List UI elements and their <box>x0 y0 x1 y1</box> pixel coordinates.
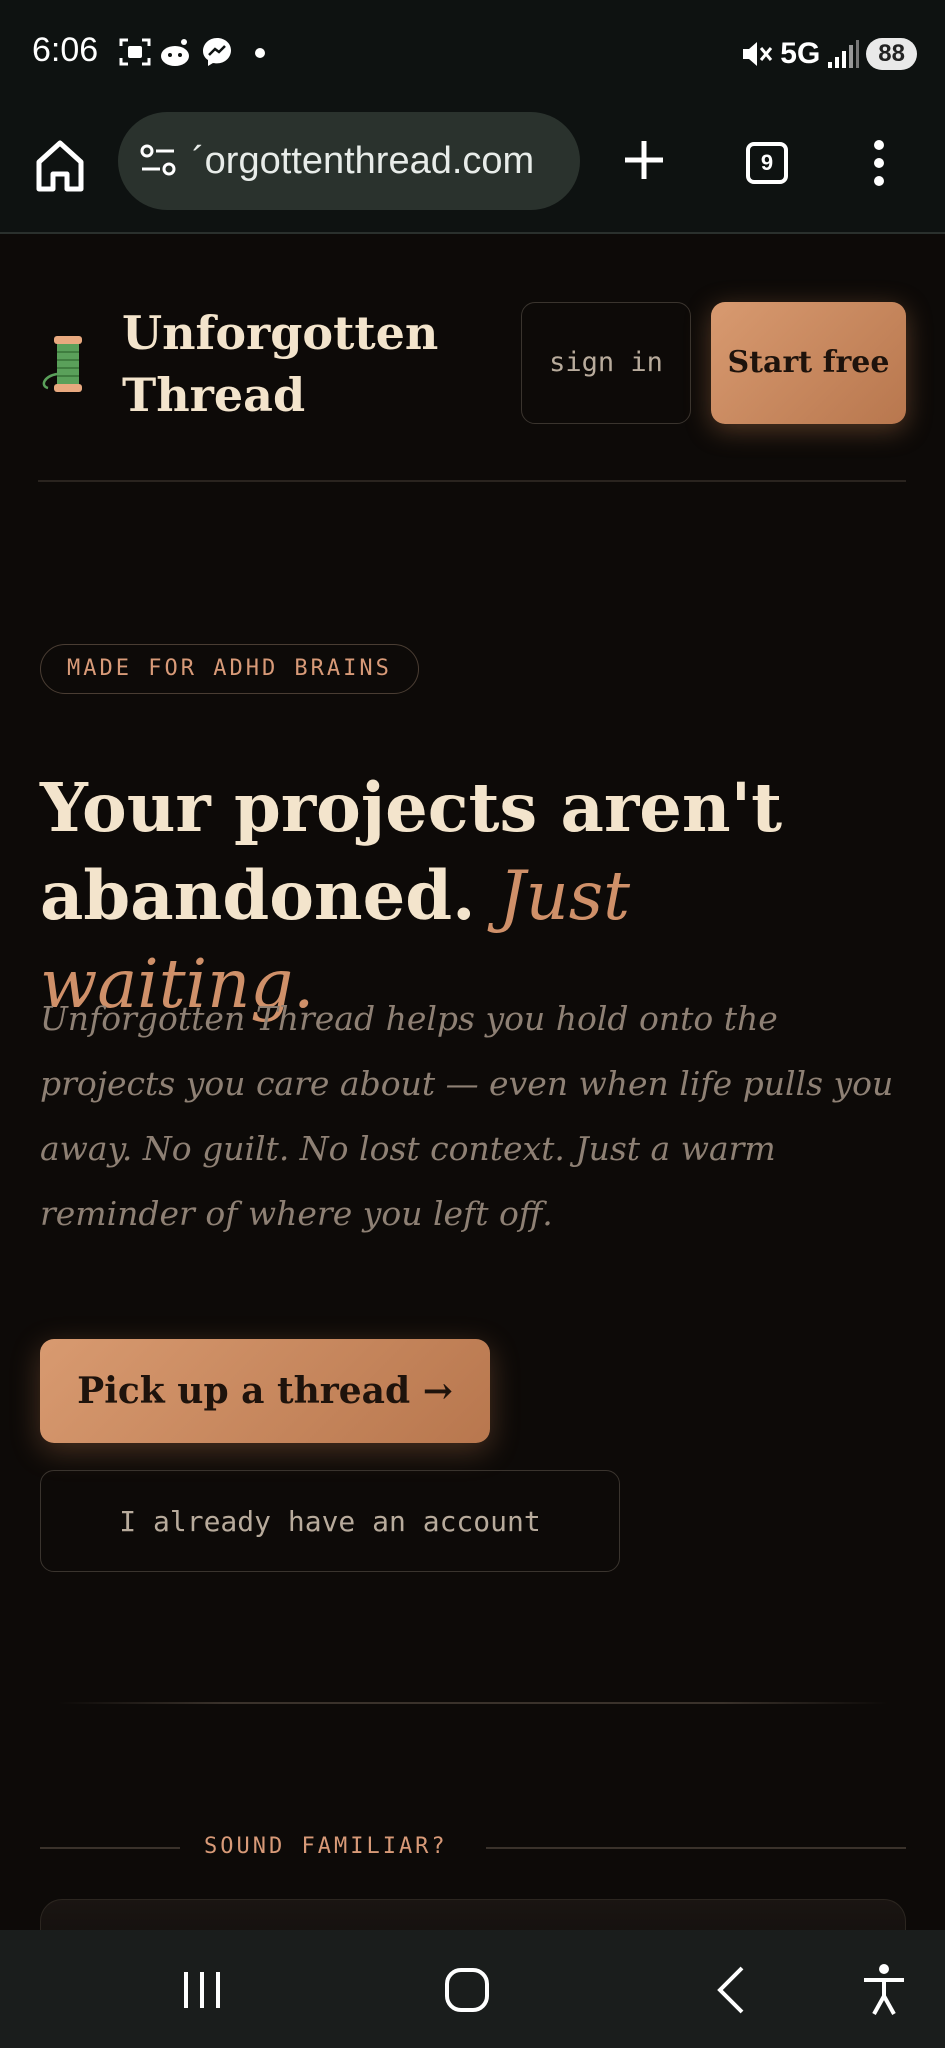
label-rule-left <box>40 1847 180 1849</box>
recent-apps-icon[interactable] <box>172 1960 232 2020</box>
reddit-icon <box>161 39 189 66</box>
more-menu-icon[interactable] <box>872 138 886 188</box>
pick-up-thread-button[interactable]: Pick up a thread → <box>40 1339 490 1443</box>
section-label: SOUND FAMILIAR? <box>204 1834 448 1859</box>
hero-subtext: Unforgotten Thread helps you hold onto t… <box>40 999 894 1233</box>
section-divider <box>58 1702 888 1704</box>
headline-main: Your projects aren't abandoned. <box>40 768 783 935</box>
network-label: 5G <box>780 37 821 70</box>
tab-switcher-button[interactable]: 9 <box>746 142 788 184</box>
label-rule-right <box>486 1847 906 1849</box>
audience-badge: MADE FOR ADHD BRAINS <box>40 644 419 694</box>
home-nav-icon[interactable] <box>437 1960 497 2020</box>
back-icon[interactable] <box>702 1960 762 2020</box>
address-bar[interactable]: ´orgottenthread.com <box>118 112 580 210</box>
screenshot-icon <box>119 38 151 66</box>
start-free-button[interactable]: Start free <box>711 302 906 424</box>
notification-dot-icon <box>255 48 265 58</box>
header-divider <box>38 480 906 482</box>
signal-icon <box>828 40 860 68</box>
spool-icon <box>42 336 82 392</box>
mute-icon <box>743 42 773 66</box>
status-right: 5G 88 <box>740 34 917 74</box>
url-text: ´orgottenthread.com <box>192 140 535 182</box>
status-bar: 6:06 5G 88 <box>0 0 945 108</box>
browser-toolbar: ´orgottenthread.com 9 <box>0 108 945 234</box>
status-time: 6:06 <box>32 31 99 69</box>
brand-name[interactable]: Unforgotten Thread <box>122 302 442 426</box>
messenger-icon <box>203 38 231 66</box>
battery-indicator: 88 <box>866 38 917 70</box>
accessibility-icon[interactable] <box>854 1960 914 2020</box>
sign-in-button[interactable]: sign in <box>521 302 691 424</box>
existing-account-button[interactable]: I already have an account <box>40 1470 620 1572</box>
system-nav-bar <box>0 1930 945 2048</box>
new-tab-icon[interactable] <box>622 138 666 182</box>
web-page: Unforgotten Thread sign in Start free MA… <box>0 234 945 1959</box>
home-icon[interactable] <box>34 138 86 194</box>
site-settings-icon[interactable] <box>138 140 178 180</box>
